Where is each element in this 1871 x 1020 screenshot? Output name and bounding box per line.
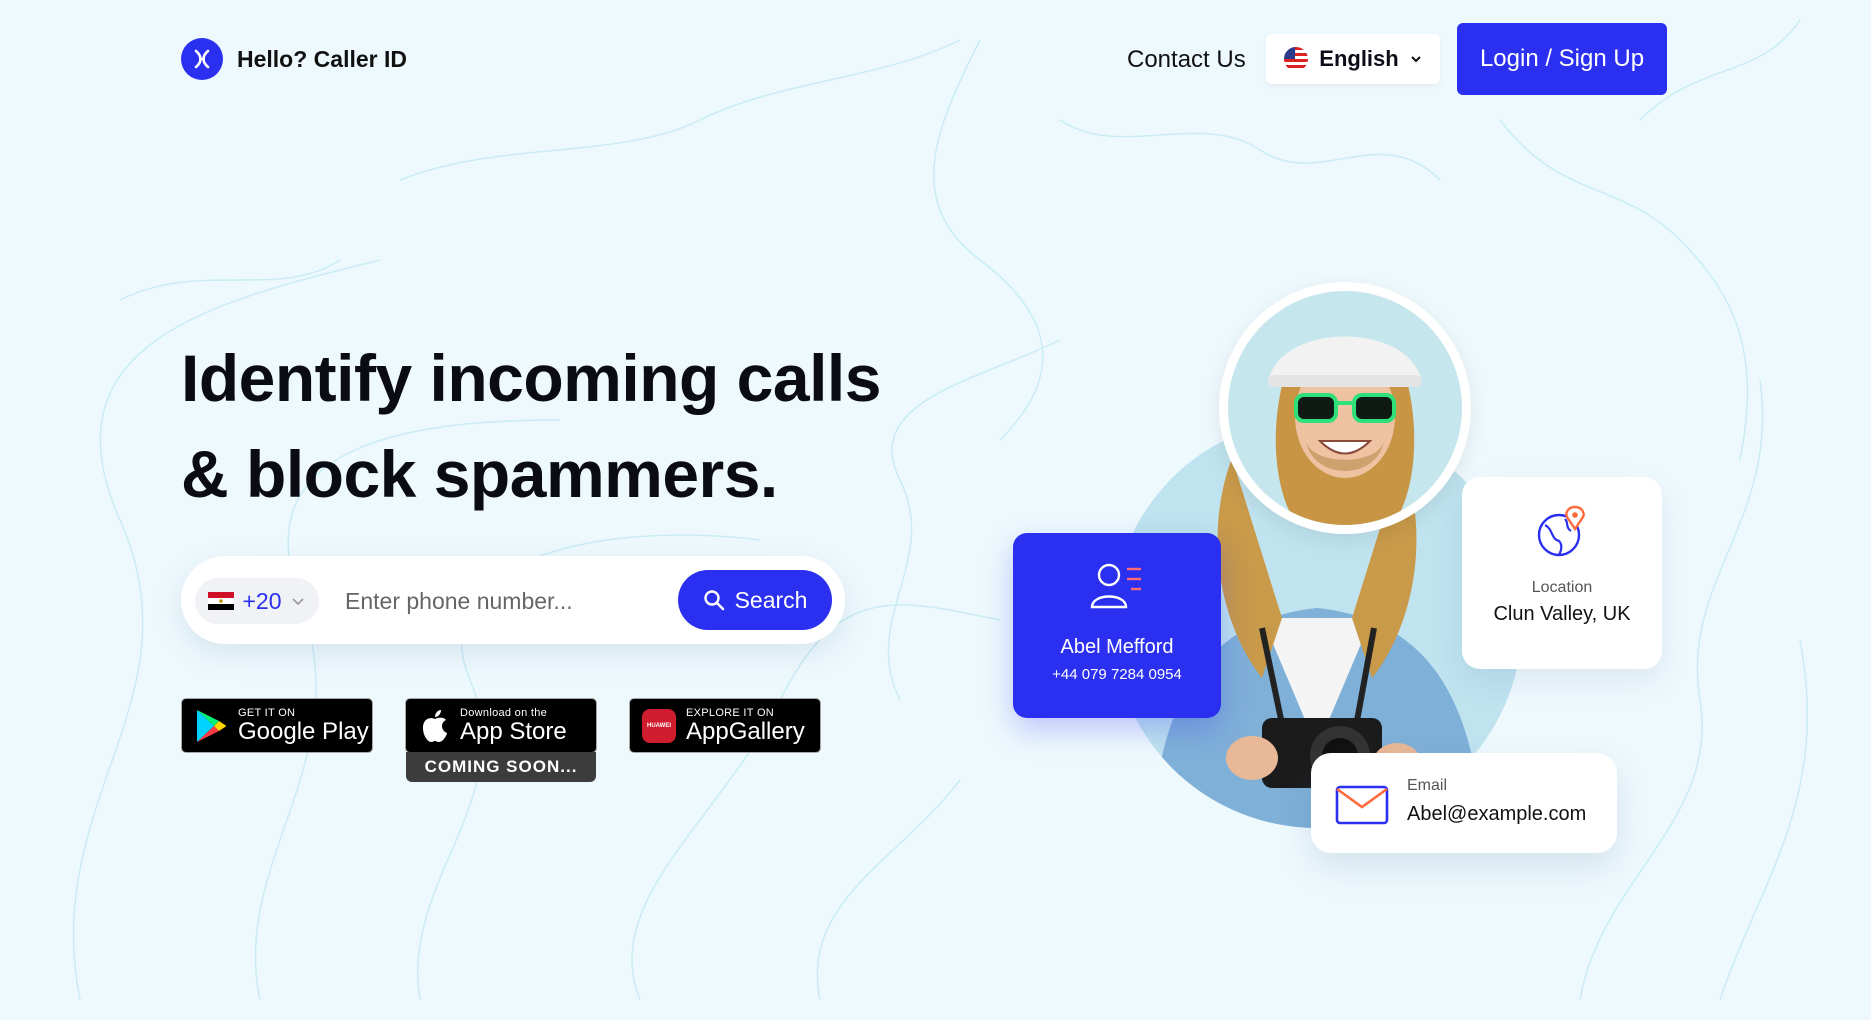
contact-phone: +44 079 7284 0954 (1052, 666, 1182, 683)
egypt-flag-icon (208, 592, 235, 610)
phone-search-bar: +20 Search (181, 556, 845, 644)
google-play-big: Google Play (238, 717, 369, 745)
headline-line-1: Identify incoming calls (181, 341, 881, 415)
logo-icon (181, 38, 223, 80)
globe-location-icon (1537, 505, 1585, 557)
google-play-small: GET IT ON (238, 706, 296, 719)
search-button-label: Search (734, 586, 808, 613)
app-store-small: Download on the (460, 706, 548, 719)
google-play-icon (197, 709, 226, 742)
huawei-brand-text: HUAWEI (647, 722, 671, 729)
contact-us-link[interactable]: Contact Us (1127, 46, 1246, 74)
app-gallery-badge[interactable]: HUAWEI EXPLORE IT ON AppGallery (629, 698, 821, 753)
brand-logo[interactable]: Hello? Caller ID (181, 38, 407, 80)
country-code-value: +20 (242, 587, 282, 614)
contact-name: Abel Mefford (1060, 636, 1174, 658)
profile-photo (1219, 282, 1471, 534)
email-label: Email (1407, 777, 1448, 794)
profile-face-illustration (1268, 336, 1422, 525)
location-label: Location (1531, 579, 1593, 596)
hero-headline: Identify incoming calls & block spammers… (181, 330, 881, 522)
app-gallery-big: AppGallery (686, 717, 805, 745)
location-value: Clun Valley, UK (1493, 603, 1631, 625)
profile-photo-inner (1228, 291, 1462, 525)
google-play-badge[interactable]: GET IT ON Google Play (181, 698, 373, 753)
location-card: Location Clun Valley, UK (1462, 477, 1662, 669)
country-code-selector[interactable]: +20 (195, 578, 319, 624)
us-flag-icon (1284, 47, 1309, 71)
language-label: English (1319, 46, 1399, 71)
contact-card-icon (1090, 563, 1141, 609)
headline-line-2: & block spammers. (181, 437, 778, 511)
email-card: Email Abel@example.com (1311, 753, 1617, 853)
app-gallery-small: EXPLORE IT ON (686, 706, 775, 719)
phone-number-input[interactable] (343, 576, 667, 626)
search-button[interactable]: Search (678, 570, 832, 630)
contact-card: Abel Mefford +44 079 7284 0954 (1013, 533, 1221, 718)
apple-icon (423, 709, 447, 742)
login-signup-button[interactable]: Login / Sign Up (1457, 23, 1667, 95)
app-store-big: App Store (460, 717, 567, 745)
chevron-down-icon (291, 598, 304, 606)
language-selector[interactable]: English (1266, 34, 1440, 84)
coming-soon-badge: COMING SOON... (406, 752, 596, 782)
app-store-badge[interactable]: Download on the App Store (405, 698, 597, 753)
brand-name: Hello? Caller ID (237, 45, 407, 72)
envelope-icon (1335, 785, 1389, 825)
search-icon (703, 590, 724, 611)
chevron-down-icon (1411, 56, 1421, 63)
huawei-icon: HUAWEI (642, 708, 676, 743)
email-value: Abel@example.com (1407, 803, 1587, 825)
